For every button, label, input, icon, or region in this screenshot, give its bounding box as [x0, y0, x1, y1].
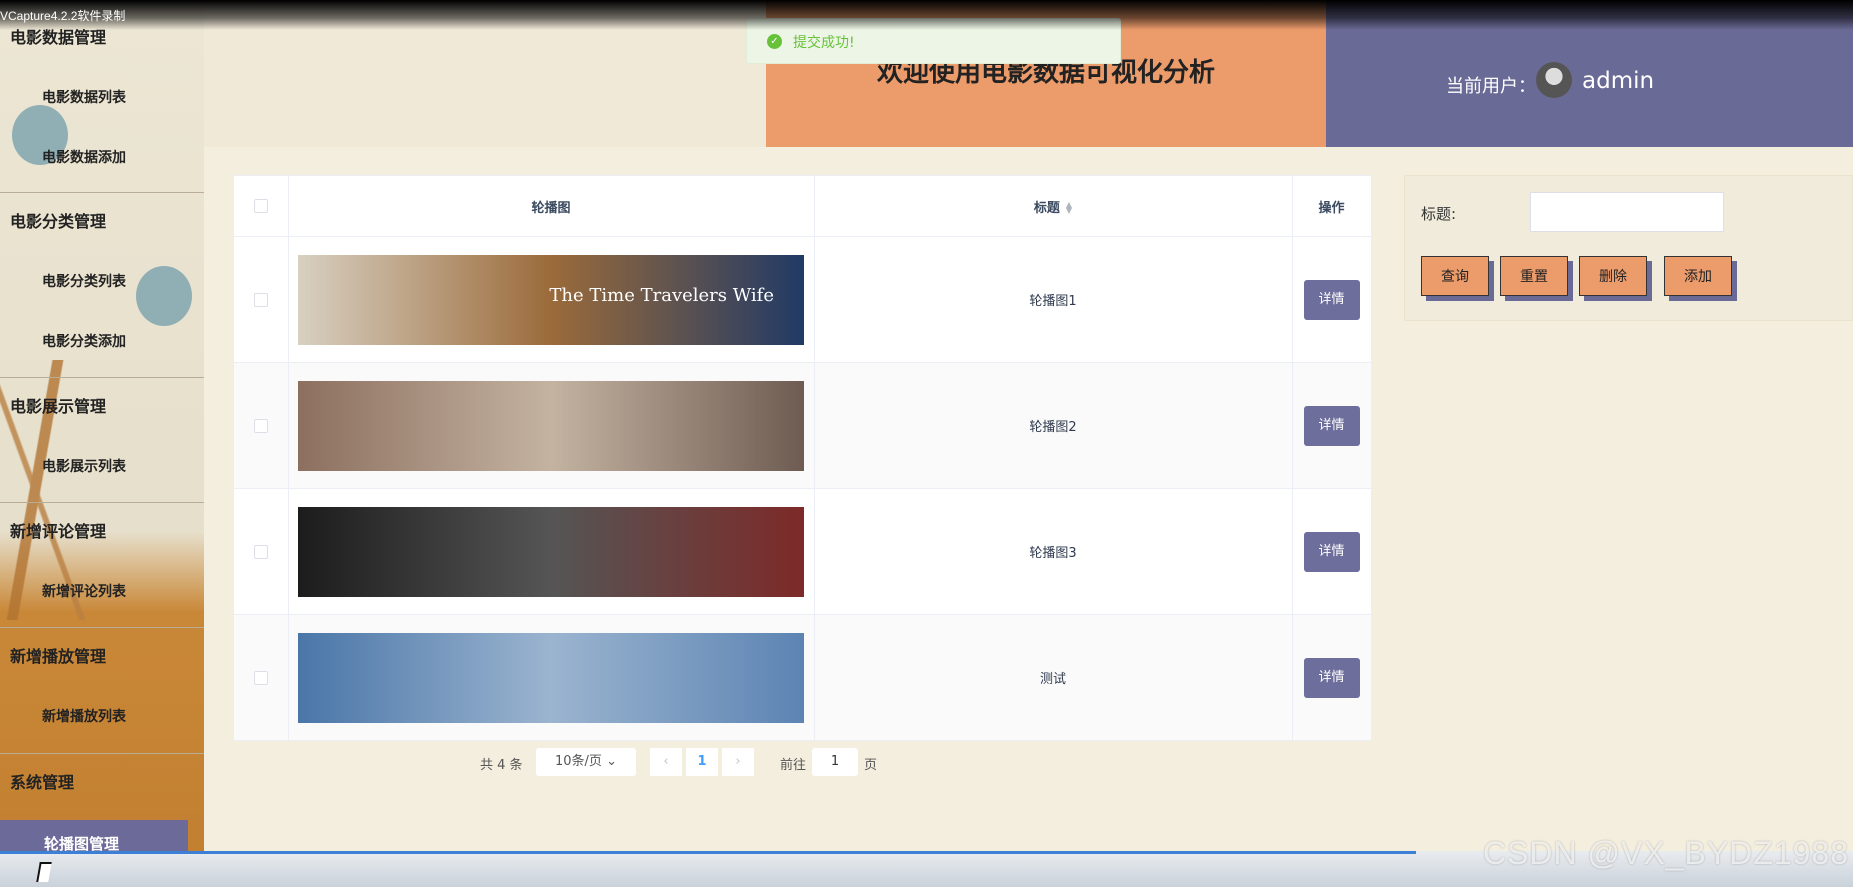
watermark: CSDN @VX_BYDZ1988	[1482, 835, 1849, 871]
banner-caption: The Time Travelers Wife	[549, 284, 774, 306]
row-action-cell: 详情	[1292, 488, 1372, 615]
search-panel: 标题: 查询 重置 删除 添加	[1404, 175, 1853, 321]
column-header-title[interactable]: 标题 ▲ ▼	[814, 176, 1293, 237]
search-title-label: 标题:	[1421, 205, 1457, 223]
query-button[interactable]: 查询	[1421, 256, 1489, 296]
row-image-cell	[288, 614, 815, 741]
detail-button[interactable]: 详情	[1303, 405, 1360, 446]
toast-message: 提交成功!	[793, 35, 855, 51]
row-image-cell	[288, 488, 815, 615]
sidebar-item-category-list[interactable]: 电影分类列表	[0, 252, 204, 312]
table-row: The Time Travelers Wife 轮播图1 详情	[234, 236, 1372, 363]
goto-label: 前往	[780, 758, 807, 773]
video-progress-fill	[0, 851, 1416, 854]
row-title: 轮播图3	[814, 488, 1293, 615]
row-checkbox[interactable]	[253, 544, 268, 559]
sidebar-group-system: 系统管理	[0, 753, 204, 813]
current-page[interactable]: 1	[686, 748, 718, 776]
row-title: 轮播图2	[814, 362, 1293, 489]
next-page-button[interactable]: ›	[722, 748, 754, 776]
row-image-cell: The Time Travelers Wife	[288, 236, 815, 363]
sidebar-item-movie-data-add[interactable]: 电影数据添加	[0, 128, 204, 188]
row-title: 轮播图1	[814, 236, 1293, 363]
row-select-cell	[234, 488, 289, 615]
carousel-table: 轮播图 标题 ▲ ▼ 操作 The Time Travelers Wife 轮播图1…	[233, 175, 1372, 741]
sidebar-group-label[interactable]: 新增播放管理	[0, 627, 204, 687]
sidebar: 电影数据管理 电影数据列表 电影数据添加 电影分类管理 电影分类列表 电影分类添…	[0, 0, 204, 887]
app-page: VCapture4.2.2软件录制 电影数据管理 电影数据列表 电影数据添加 电…	[0, 0, 1853, 887]
prev-page-button[interactable]: ‹	[650, 748, 682, 776]
sidebar-item-play-list[interactable]: 新增播放列表	[0, 687, 204, 747]
table-row: 轮播图2 详情	[234, 362, 1372, 489]
sidebar-item-category-add[interactable]: 电影分类添加	[0, 312, 204, 372]
pagination-total: 共 4 条	[480, 758, 523, 773]
sort-icon[interactable]: ▲ ▼	[1066, 201, 1072, 215]
page-size-select[interactable]: 10条/页 ⌄	[536, 748, 636, 776]
avatar[interactable]	[1536, 62, 1572, 98]
add-button[interactable]: 添加	[1664, 256, 1732, 296]
detail-button[interactable]: 详情	[1303, 531, 1360, 572]
row-action-cell: 详情	[1292, 362, 1372, 489]
chevron-left-icon: ‹	[663, 754, 669, 769]
row-title: 测试	[814, 614, 1293, 741]
column-header-action: 操作	[1292, 176, 1372, 237]
table-row: 轮播图3 详情	[234, 488, 1372, 615]
row-select-cell	[234, 362, 289, 489]
sidebar-group-label[interactable]: 系统管理	[0, 753, 204, 813]
column-header-image: 轮播图	[288, 176, 815, 237]
row-checkbox[interactable]	[253, 418, 268, 433]
row-select-cell	[234, 236, 289, 363]
carousel-banner-image	[298, 380, 804, 471]
sidebar-group-movie-data: 电影数据管理 电影数据列表 电影数据添加	[0, 8, 204, 188]
recorder-bar: VCapture4.2.2软件录制	[0, 0, 1853, 30]
sidebar-item-movie-data-list[interactable]: 电影数据列表	[0, 68, 204, 128]
select-all-cell	[234, 176, 289, 237]
row-checkbox[interactable]	[253, 670, 268, 685]
sidebar-group-movie-category: 电影分类管理 电影分类列表 电影分类添加	[0, 192, 204, 372]
select-all-checkbox[interactable]	[253, 199, 268, 213]
row-image-cell	[288, 362, 815, 489]
row-action-cell: 详情	[1292, 236, 1372, 363]
detail-button[interactable]: 详情	[1303, 657, 1360, 698]
sidebar-item-comment-list[interactable]: 新增评论列表	[0, 562, 204, 622]
sidebar-group-label[interactable]: 电影分类管理	[0, 192, 204, 252]
sidebar-group-label[interactable]: 电影展示管理	[0, 377, 204, 437]
sidebar-group-movie-display: 电影展示管理 电影展示列表	[0, 377, 204, 497]
current-user-label: 当前用户：	[1446, 76, 1536, 97]
page-size-value: 10条/页	[555, 754, 602, 769]
row-action-cell: 详情	[1292, 614, 1372, 741]
row-checkbox[interactable]	[253, 292, 268, 307]
carousel-banner-image: The Time Travelers Wife	[298, 254, 804, 345]
recorder-title: VCapture4.2.2软件录制	[0, 9, 126, 23]
detail-button[interactable]: 详情	[1303, 279, 1360, 320]
chevron-down-icon: ⌄	[606, 754, 617, 769]
sidebar-group-plays: 新增播放管理 新增播放列表	[0, 627, 204, 747]
success-check-icon: ✓	[767, 34, 782, 49]
goto-page-input[interactable]: 1	[812, 748, 858, 776]
sidebar-group-comments: 新增评论管理 新增评论列表	[0, 502, 204, 622]
user-name[interactable]: admin	[1582, 68, 1654, 94]
carousel-banner-image	[298, 506, 804, 597]
search-title-input[interactable]	[1530, 192, 1724, 232]
row-select-cell	[234, 614, 289, 741]
table-header-row: 轮播图 标题 ▲ ▼ 操作	[234, 176, 1372, 237]
delete-button[interactable]: 删除	[1579, 256, 1647, 296]
table-row: 测试 详情	[234, 614, 1372, 741]
chevron-right-icon: ›	[735, 754, 741, 769]
carousel-banner-image	[298, 632, 804, 723]
column-header-title-label: 标题	[1033, 200, 1060, 216]
sidebar-group-label[interactable]: 新增评论管理	[0, 502, 204, 562]
page-unit-label: 页	[864, 758, 878, 773]
sidebar-item-display-list[interactable]: 电影展示列表	[0, 437, 204, 497]
reset-button[interactable]: 重置	[1500, 256, 1568, 296]
